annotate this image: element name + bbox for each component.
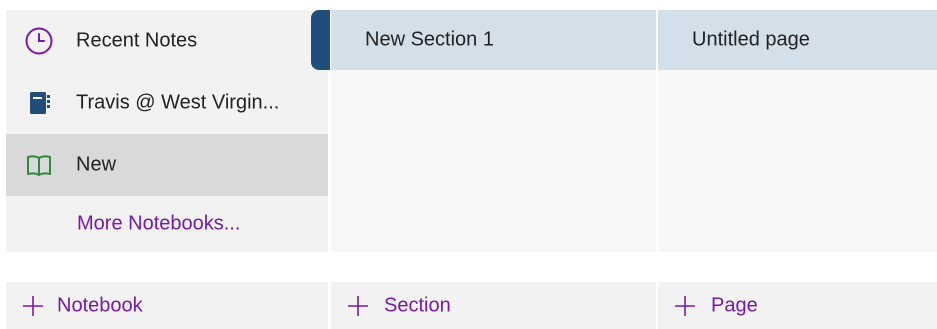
add-section-button[interactable]: Section xyxy=(331,282,656,329)
add-section-label: Section xyxy=(384,294,451,316)
notebook-icon xyxy=(24,88,54,118)
notebook-list-pane: Recent Notes Travis @ West Virgin... New… xyxy=(6,10,328,252)
add-page-button[interactable]: Page xyxy=(658,282,937,329)
notebook-item-new[interactable]: New xyxy=(6,134,328,196)
more-notebooks-link[interactable]: More Notebooks... xyxy=(6,196,328,252)
section-label: New Section 1 xyxy=(365,28,494,51)
section-list-pane: New Section 1 xyxy=(331,10,656,252)
page-list-pane: Untitled page xyxy=(658,10,937,252)
plus-icon xyxy=(345,293,371,319)
page-item-untitled[interactable]: Untitled page xyxy=(658,10,937,70)
clock-icon xyxy=(24,26,54,56)
notebook-label: New xyxy=(76,153,117,176)
section-item-new-section-1[interactable]: New Section 1 xyxy=(331,10,656,70)
notebook-item-travis[interactable]: Travis @ West Virgin... xyxy=(6,72,328,134)
recent-notes-label: Recent Notes xyxy=(76,29,198,52)
more-notebooks-label: More Notebooks... xyxy=(77,212,241,235)
add-notebook-label: Notebook xyxy=(57,294,143,316)
add-notebook-button[interactable]: Notebook xyxy=(6,282,328,329)
recent-notes-item[interactable]: Recent Notes xyxy=(6,10,328,72)
add-page-label: Page xyxy=(711,294,758,316)
page-label: Untitled page xyxy=(692,28,810,51)
plus-icon xyxy=(672,293,698,319)
open-book-icon xyxy=(24,150,54,180)
section-color-tab xyxy=(311,10,330,70)
plus-icon xyxy=(20,293,46,319)
notebook-label: Travis @ West Virgin... xyxy=(76,91,280,114)
